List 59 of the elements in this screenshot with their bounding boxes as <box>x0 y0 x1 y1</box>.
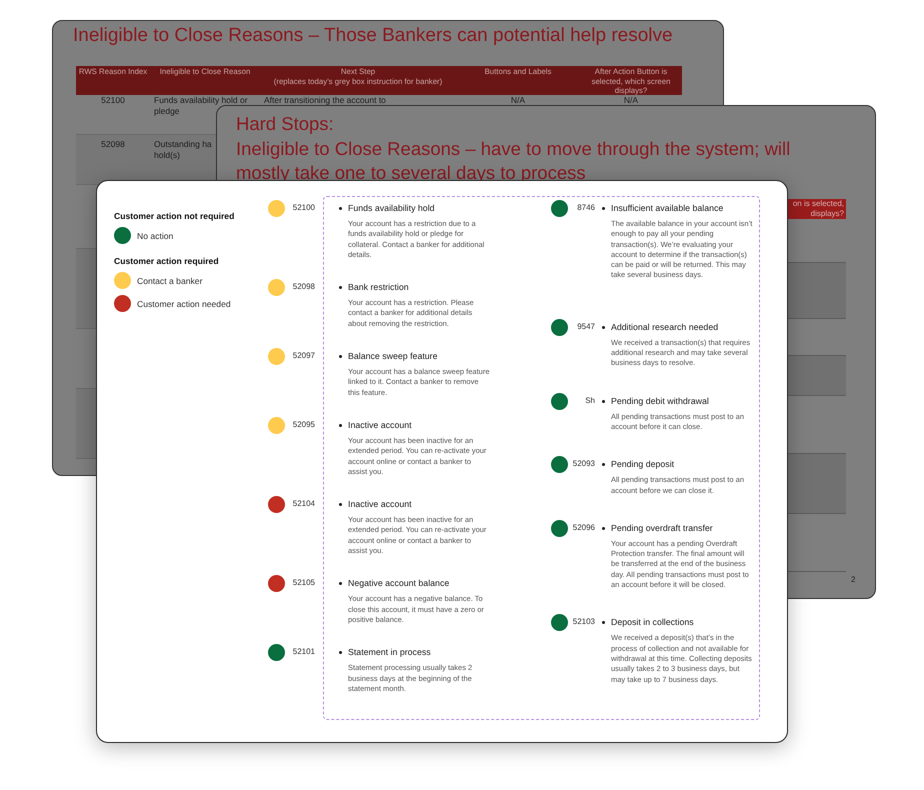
table-cell: N/A <box>624 95 638 105</box>
slide-title: Ineligible to Close Reasons – have to move through the system; will <box>236 136 792 161</box>
page-number: 2 <box>851 575 856 584</box>
reason-title: Balance sweep feature <box>348 351 438 362</box>
bullet-icon <box>339 503 342 506</box>
reason-title: Inactive account <box>348 420 413 431</box>
reason-title: Funds availability hold <box>348 203 436 214</box>
reason-title: Deposit in collections <box>611 617 695 628</box>
slide-title: mostly take one to several days to process <box>236 161 587 185</box>
table-row <box>788 263 846 319</box>
table-cell: 52098 <box>101 139 125 149</box>
bullet-icon <box>339 286 342 290</box>
reason-code: 52093 <box>572 459 595 468</box>
bullet-icon <box>339 355 342 358</box>
column-header: on is selected, <box>792 199 844 209</box>
reason-title: Pending debit withdrawal <box>611 396 710 407</box>
reason-title: Bank restriction <box>348 282 410 294</box>
table-cell: Outstanding ha hold(s) <box>154 139 212 160</box>
reason-code: 52096 <box>572 522 595 532</box>
bullet-icon <box>339 651 342 654</box>
reason-code: 52101 <box>292 647 315 656</box>
column-header: displays? <box>810 209 844 219</box>
legend-label: No action <box>137 230 174 240</box>
reason-title: Additional research needed <box>611 322 720 333</box>
reason-code: 52098 <box>292 282 315 292</box>
reason-code: 52095 <box>292 420 315 429</box>
reason-title: Insufficient available balance <box>611 203 724 214</box>
legend-heading: Customer action required <box>114 256 220 266</box>
reason-title: Pending overdraft transfer <box>611 522 714 534</box>
legend-heading: Customer action not required <box>114 211 236 221</box>
reason-title: Inactive account <box>348 499 413 510</box>
bullet-icon <box>339 582 342 586</box>
table-cell: N/A <box>510 95 526 105</box>
reason-title: Negative account balance <box>348 578 450 590</box>
slide-title: Ineligible to Close Reasons – Those Bankers can potential help resolve <box>73 24 674 48</box>
legend-label: Customer action needed <box>137 298 231 308</box>
reason-code: 52105 <box>292 578 315 588</box>
table-row <box>788 356 846 396</box>
bullet-icon <box>602 463 605 466</box>
table-cell: 52100 <box>101 95 125 105</box>
reason-title: Statement in process <box>348 647 432 658</box>
bullet-icon <box>602 326 605 329</box>
reason-code: 52104 <box>292 499 315 508</box>
reason-code: 52103 <box>572 617 595 626</box>
legend-label: Contact a banker <box>137 276 202 286</box>
bullet-icon <box>602 526 605 530</box>
table-row <box>788 454 846 514</box>
table-cell: After transitioning the account to <box>264 95 386 105</box>
bullet-icon <box>339 424 342 427</box>
bullet-icon <box>602 621 605 624</box>
reason-code: 9547 <box>576 322 595 331</box>
bullet-icon <box>602 400 605 403</box>
reason-code: 52100 <box>292 203 315 212</box>
reason-code: 52097 <box>292 351 315 360</box>
bullet-icon <box>339 207 342 210</box>
reason-code: Sh <box>584 396 595 405</box>
bullet-icon <box>602 207 605 210</box>
reason-title: Pending deposit <box>611 459 676 470</box>
reason-code: 8746 <box>576 203 595 212</box>
